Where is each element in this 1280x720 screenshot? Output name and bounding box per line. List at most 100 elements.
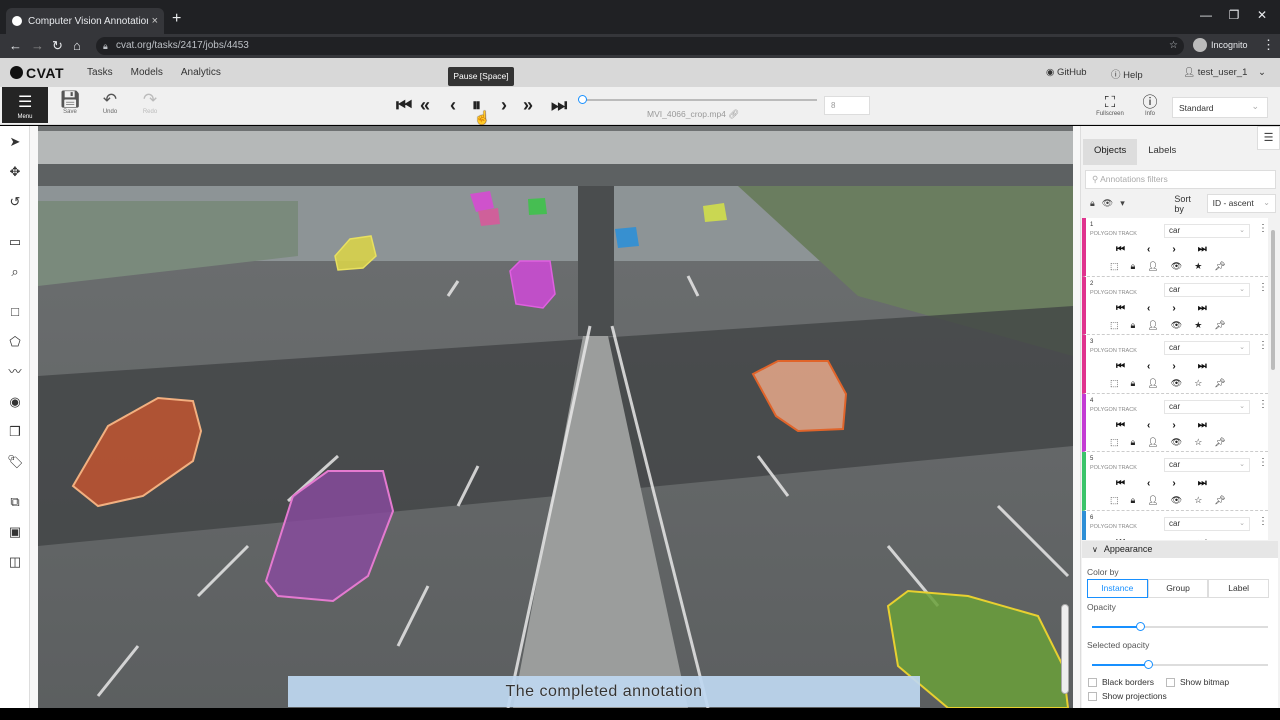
object-label-select[interactable]: car ⌄: [1164, 282, 1250, 297]
star-filled-icon[interactable]: ★: [1194, 320, 1202, 331]
next-keyframe-icon[interactable]: ›: [1172, 420, 1175, 431]
next-keyframe-icon[interactable]: ›: [1172, 478, 1175, 489]
object-menu-icon[interactable]: ⋮: [1258, 340, 1268, 351]
opacity-handle[interactable]: [1135, 622, 1145, 631]
appearance-header[interactable]: ∨ Appearance: [1082, 541, 1278, 558]
visibility-icon[interactable]: 👁︎: [1171, 261, 1182, 272]
frame-slider-handle[interactable]: [578, 95, 587, 104]
prev-keyframe-icon[interactable]: ‹: [1147, 420, 1150, 431]
url-field[interactable]: 🔒︎ cvat.org/tasks/2417/jobs/4453 ☆: [96, 37, 1184, 55]
object-menu-icon[interactable]: ⋮: [1258, 223, 1268, 234]
object-label-select[interactable]: car ⌄: [1164, 224, 1250, 238]
nav-tasks[interactable]: Tasks: [87, 67, 113, 78]
prev-keyframe-icon[interactable]: ‹: [1147, 303, 1150, 314]
pin-icon[interactable]: 📌︎: [1214, 437, 1225, 448]
first-keyframe-icon[interactable]: ⏮: [1116, 420, 1125, 431]
outside-icon[interactable]: ⬚: [1110, 261, 1119, 272]
lock-icon[interactable]: 🔒︎: [1131, 320, 1136, 331]
occluded-icon[interactable]: 👤︎: [1147, 320, 1158, 331]
browser-tab[interactable]: Computer Vision Annotation Too ×: [6, 8, 164, 34]
last-keyframe-icon[interactable]: ⏭: [1198, 361, 1207, 372]
cursor-icon[interactable]: ➤: [7, 134, 23, 150]
back-icon[interactable]: ←: [9, 38, 22, 53]
star-icon[interactable]: ☆: [1194, 437, 1202, 448]
star-filled-icon[interactable]: ★: [1194, 261, 1202, 272]
home-icon[interactable]: ⌂: [73, 38, 81, 53]
sidebar-collapse-icon[interactable]: ☰: [1257, 126, 1280, 150]
last-keyframe-icon[interactable]: ⏭: [1198, 537, 1207, 541]
object-label-select[interactable]: car ⌄: [1164, 516, 1250, 531]
pin-icon[interactable]: 📌︎: [1214, 378, 1225, 389]
lock-all-icon[interactable]: 🔒︎: [1090, 198, 1095, 209]
bookmark-star-icon[interactable]: ☆: [1169, 37, 1178, 55]
next-keyframe-icon[interactable]: ›: [1172, 244, 1175, 255]
object-menu-icon[interactable]: ⋮: [1258, 457, 1268, 468]
cuboid-icon[interactable]: ❒: [7, 424, 23, 440]
last-frame-icon[interactable]: ⏭: [551, 95, 567, 116]
occluded-icon[interactable]: 👤︎: [1147, 378, 1158, 389]
prev-keyframe-icon[interactable]: ‹: [1147, 244, 1150, 255]
next-frame-icon[interactable]: ›: [501, 95, 507, 116]
first-frame-icon[interactable]: ⏮: [396, 95, 412, 116]
object-item[interactable]: 4 POLYGON TRACK car ⌄ ⋮ ⏮ ‹ › ⏭ ⬚ 🔒︎ 👤︎ 👁︎ ☆ 📌︎: [1082, 393, 1268, 452]
undo-button[interactable]: ↶ Undo: [95, 91, 125, 116]
object-label-select[interactable]: car ⌄: [1164, 341, 1250, 355]
object-label-select[interactable]: car ⌄: [1164, 458, 1250, 472]
color-by-group-button[interactable]: Group: [1147, 579, 1209, 598]
outside-icon[interactable]: ⬚: [1110, 495, 1119, 506]
objects-scrollbar[interactable]: [1270, 222, 1276, 538]
black-borders-checkbox[interactable]: Black borders: [1088, 677, 1154, 687]
cvat-logo[interactable]: CVAT: [10, 65, 64, 81]
browser-menu-icon[interactable]: ⋮: [1262, 37, 1275, 53]
occluded-icon[interactable]: 👤︎: [1147, 437, 1158, 448]
rectangle-icon[interactable]: □: [7, 304, 23, 320]
object-menu-icon[interactable]: ⋮: [1258, 516, 1268, 527]
last-keyframe-icon[interactable]: ⏭: [1198, 478, 1207, 489]
fullscreen-button[interactable]: ⛶ Fullscreen: [1092, 94, 1128, 117]
lock-icon[interactable]: 🔒︎: [1131, 437, 1136, 448]
object-item[interactable]: 3 POLYGON TRACK car ⌄ ⋮ ⏮ ‹ › ⏭ ⬚ 🔒︎ 👤︎ 👁︎ ☆ 📌︎: [1082, 335, 1268, 394]
selected-opacity-slider[interactable]: [1092, 660, 1268, 669]
object-menu-icon[interactable]: ⋮: [1258, 282, 1268, 293]
star-icon[interactable]: ☆: [1194, 495, 1202, 506]
expand-all-icon[interactable]: ▾: [1120, 198, 1125, 209]
tag-icon[interactable]: 🏷︎: [7, 454, 24, 470]
show-bitmap-checkbox[interactable]: Show bitmap: [1166, 677, 1229, 687]
color-by-label-button[interactable]: Label: [1208, 579, 1270, 598]
user-menu[interactable]: 👤︎ test_user_1: [1183, 67, 1247, 78]
first-keyframe-icon[interactable]: ⏮: [1116, 478, 1125, 489]
help-link[interactable]: ⓘ Help: [1111, 67, 1143, 81]
link-icon[interactable]: 🔗︎: [728, 109, 739, 119]
move-icon[interactable]: ✥: [7, 164, 23, 180]
points-icon[interactable]: ◉: [7, 394, 23, 410]
workspace-select[interactable]: Standard ⌄: [1172, 97, 1268, 118]
rotate-icon[interactable]: ↺: [7, 194, 23, 210]
github-link[interactable]: ◉ GitHub: [1046, 67, 1087, 78]
pin-icon[interactable]: 📌︎: [1214, 320, 1225, 331]
minimize-icon[interactable]: —: [1196, 8, 1216, 22]
lock-icon[interactable]: 🔒︎: [1131, 495, 1136, 506]
lock-icon[interactable]: 🔒︎: [1131, 378, 1136, 389]
prev-keyframe-icon[interactable]: ‹: [1147, 537, 1150, 541]
last-keyframe-icon[interactable]: ⏭: [1198, 420, 1207, 431]
pin-icon[interactable]: 📌︎: [1214, 495, 1225, 506]
selected-opacity-handle[interactable]: [1144, 660, 1154, 669]
fit-icon[interactable]: ▭: [7, 234, 23, 250]
show-projections-checkbox[interactable]: Show projections: [1088, 691, 1167, 701]
canvas-scrollbar[interactable]: [1058, 604, 1072, 704]
first-keyframe-icon[interactable]: ⏮: [1116, 361, 1125, 372]
prev-keyframe-icon[interactable]: ‹: [1147, 478, 1150, 489]
frame-slider[interactable]: [578, 95, 817, 104]
occluded-icon[interactable]: 👤︎: [1147, 495, 1158, 506]
tab-objects[interactable]: Objects: [1083, 139, 1138, 165]
incognito-indicator[interactable]: Incognito: [1193, 38, 1248, 52]
first-keyframe-icon[interactable]: ⏮: [1116, 303, 1125, 314]
forward-step-icon[interactable]: »: [523, 95, 533, 116]
forward-icon[interactable]: →: [31, 38, 44, 53]
canvas-scroll-thumb[interactable]: [1061, 604, 1069, 694]
annotations-filter-input[interactable]: ⚲ Annotations filters: [1085, 170, 1276, 189]
visibility-icon[interactable]: 👁︎: [1171, 495, 1182, 506]
outside-icon[interactable]: ⬚: [1110, 437, 1119, 448]
nav-models[interactable]: Models: [131, 67, 163, 78]
object-item[interactable]: 1 POLYGON TRACK car ⌄ ⋮ ⏮ ‹ › ⏭ ⬚ 🔒︎ 👤︎ 👁︎ ★ 📌︎: [1082, 218, 1268, 277]
